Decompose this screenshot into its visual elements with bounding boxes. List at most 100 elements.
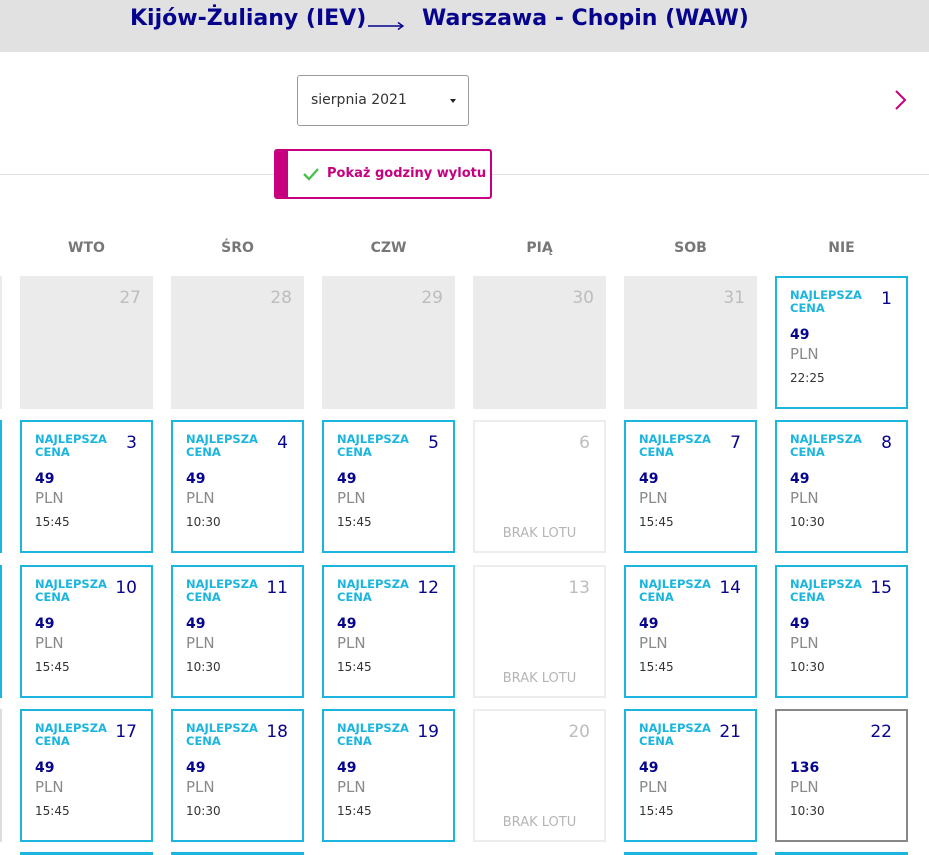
destination-airport: Warszawa - Chopin (WAW) bbox=[422, 6, 749, 31]
fare-price: 136 bbox=[790, 760, 820, 776]
partial-day-cell bbox=[0, 565, 2, 698]
no-flight-label: BRAK LOTU bbox=[502, 526, 577, 541]
departure-time: 15:45 bbox=[639, 804, 674, 818]
best-price-badge: NAJLEPSZA CENA bbox=[790, 288, 862, 315]
fare-price: 49 bbox=[337, 760, 357, 776]
departure-time: 10:30 bbox=[186, 804, 221, 818]
day-cell[interactable]: 14 NAJLEPSZA CENA 49 PLN 15:45 bbox=[624, 565, 757, 698]
month-select-value: sierpnia 2021 bbox=[311, 92, 407, 108]
day-number: 12 bbox=[417, 578, 439, 598]
best-price-badge: NAJLEPSZA CENA bbox=[337, 577, 409, 604]
fare-currency: PLN bbox=[639, 778, 668, 796]
best-price-badge: NAJLEPSZA CENA bbox=[186, 577, 258, 604]
fare-currency: PLN bbox=[639, 489, 668, 507]
day-number: 5 bbox=[428, 433, 439, 453]
day-cell[interactable]: 3 NAJLEPSZA CENA 49 PLN 15:45 bbox=[20, 420, 153, 553]
day-number: 31 bbox=[723, 288, 745, 308]
best-price-badge: NAJLEPSZA CENA bbox=[35, 721, 107, 748]
weekday-header: SOB bbox=[674, 240, 707, 256]
day-number: 15 bbox=[870, 578, 892, 598]
day-cell[interactable]: 22 136 PLN 10:30 bbox=[775, 709, 908, 842]
day-number: 17 bbox=[115, 722, 137, 742]
best-price-badge: NAJLEPSZA CENA bbox=[790, 432, 862, 459]
best-price-badge: NAJLEPSZA CENA bbox=[337, 721, 409, 748]
best-price-badge: NAJLEPSZA CENA bbox=[790, 577, 862, 604]
fare-currency: PLN bbox=[35, 634, 64, 652]
day-cell[interactable]: 7 NAJLEPSZA CENA 49 PLN 15:45 bbox=[624, 420, 757, 553]
fare-currency: PLN bbox=[186, 489, 215, 507]
departure-time: 15:45 bbox=[35, 515, 70, 529]
partial-day-cell bbox=[0, 709, 2, 842]
day-cell[interactable]: 17 NAJLEPSZA CENA 49 PLN 15:45 bbox=[20, 709, 153, 842]
departure-time: 10:30 bbox=[790, 804, 825, 818]
day-number: 8 bbox=[881, 433, 892, 453]
day-cell: 20 BRAK LOTU bbox=[473, 709, 606, 842]
fare-price: 49 bbox=[790, 471, 810, 487]
fare-price: 49 bbox=[186, 760, 206, 776]
day-cell[interactable]: 19 NAJLEPSZA CENA 49 PLN 15:45 bbox=[322, 709, 455, 842]
day-cell[interactable]: 21 NAJLEPSZA CENA 49 PLN 15:45 bbox=[624, 709, 757, 842]
departure-time: 15:45 bbox=[639, 660, 674, 674]
day-cell: 28 bbox=[171, 276, 304, 409]
best-price-badge: NAJLEPSZA CENA bbox=[639, 432, 711, 459]
toggle-accent-bar bbox=[276, 151, 288, 197]
departure-time: 15:45 bbox=[35, 660, 70, 674]
partial-day-cell bbox=[0, 276, 2, 409]
day-cell[interactable]: 18 NAJLEPSZA CENA 49 PLN 10:30 bbox=[171, 709, 304, 842]
day-number: 11 bbox=[266, 578, 288, 598]
fare-price: 49 bbox=[186, 471, 206, 487]
day-number: 3 bbox=[126, 433, 137, 453]
fare-price: 49 bbox=[639, 616, 659, 632]
fare-price: 49 bbox=[790, 327, 810, 343]
day-cell[interactable]: 15 NAJLEPSZA CENA 49 PLN 10:30 bbox=[775, 565, 908, 698]
day-number: 30 bbox=[572, 288, 594, 308]
check-icon bbox=[303, 168, 319, 181]
fare-price: 49 bbox=[35, 616, 55, 632]
day-cell[interactable]: 5 NAJLEPSZA CENA 49 PLN 15:45 bbox=[322, 420, 455, 553]
origin-airport: Kijów-Żuliany (IEV) bbox=[130, 6, 367, 31]
partial-day-cell bbox=[0, 420, 2, 553]
day-number: 4 bbox=[277, 433, 288, 453]
weekday-header: WTO bbox=[68, 240, 105, 256]
fare-currency: PLN bbox=[790, 778, 819, 796]
day-cell: 29 bbox=[322, 276, 455, 409]
day-cell[interactable]: 12 NAJLEPSZA CENA 49 PLN 15:45 bbox=[322, 565, 455, 698]
day-number: 21 bbox=[719, 722, 741, 742]
day-number: 13 bbox=[568, 578, 590, 598]
departure-time: 10:30 bbox=[790, 515, 825, 529]
weekday-header: CZW bbox=[370, 240, 407, 256]
toggle-label: Pokaż godziny wylotu bbox=[327, 166, 487, 181]
show-departure-times-toggle[interactable]: Pokaż godziny wylotu bbox=[274, 149, 492, 199]
month-select[interactable]: sierpnia 2021 bbox=[297, 75, 469, 126]
best-price-badge: NAJLEPSZA CENA bbox=[639, 721, 711, 748]
departure-time: 15:45 bbox=[35, 804, 70, 818]
day-cell[interactable]: 10 NAJLEPSZA CENA 49 PLN 15:45 bbox=[20, 565, 153, 698]
weekday-header: PIĄ bbox=[526, 240, 553, 256]
day-cell: 13 BRAK LOTU bbox=[473, 565, 606, 698]
day-cell[interactable]: 11 NAJLEPSZA CENA 49 PLN 10:30 bbox=[171, 565, 304, 698]
fare-currency: PLN bbox=[337, 489, 366, 507]
weekday-header: ŚRO bbox=[221, 240, 254, 256]
fare-price: 49 bbox=[186, 616, 206, 632]
day-number: 6 bbox=[579, 433, 590, 453]
best-price-badge: NAJLEPSZA CENA bbox=[35, 432, 107, 459]
fare-price: 49 bbox=[639, 471, 659, 487]
departure-time: 22:25 bbox=[790, 371, 825, 385]
day-cell: 31 bbox=[624, 276, 757, 409]
day-number: 7 bbox=[730, 433, 741, 453]
day-cell[interactable]: 4 NAJLEPSZA CENA 49 PLN 10:30 bbox=[171, 420, 304, 553]
day-cell[interactable]: 1 NAJLEPSZA CENA 49 PLN 22:25 bbox=[775, 276, 908, 409]
day-cell: 6 BRAK LOTU bbox=[473, 420, 606, 553]
day-cell: 27 bbox=[20, 276, 153, 409]
weekday-header: NIE bbox=[828, 240, 855, 256]
route-header: Kijów-Żuliany (IEV) Warszawa - Chopin (W… bbox=[0, 0, 929, 52]
no-flight-label: BRAK LOTU bbox=[502, 671, 577, 686]
best-price-badge: NAJLEPSZA CENA bbox=[35, 577, 107, 604]
best-price-badge: NAJLEPSZA CENA bbox=[337, 432, 409, 459]
fare-price: 49 bbox=[790, 616, 810, 632]
fare-currency: PLN bbox=[35, 489, 64, 507]
departure-time: 15:45 bbox=[337, 660, 372, 674]
fare-price: 49 bbox=[337, 616, 357, 632]
chevron-right-icon[interactable] bbox=[888, 88, 912, 112]
day-cell[interactable]: 8 NAJLEPSZA CENA 49 PLN 10:30 bbox=[775, 420, 908, 553]
